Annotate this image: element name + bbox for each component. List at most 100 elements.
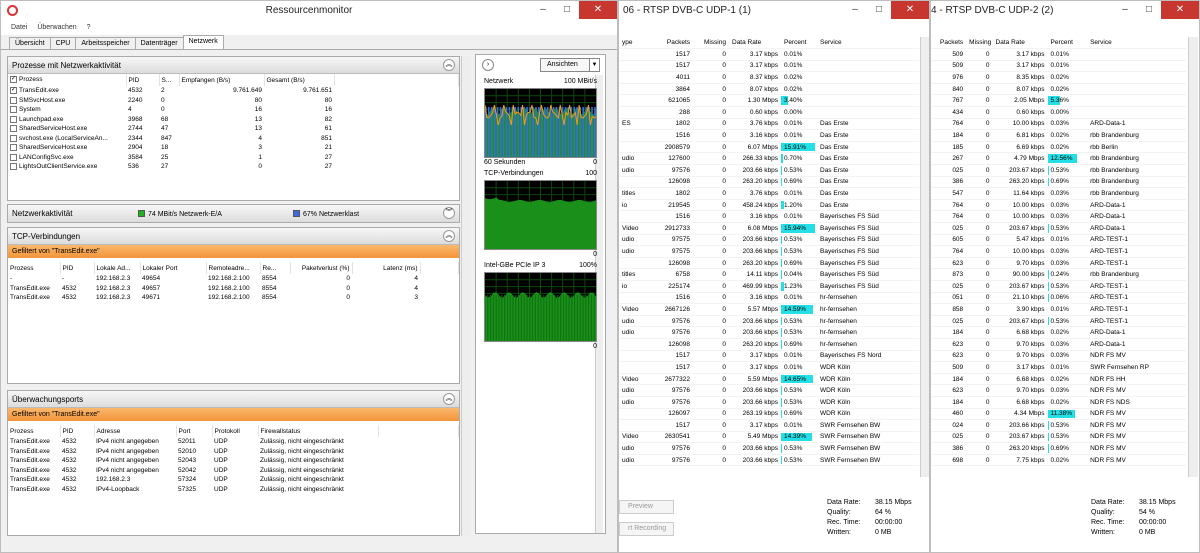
udp2-grid[interactable]: ypePacketsMissingData RatePercentService… bbox=[931, 37, 1186, 477]
udp1-row[interactable]: 126098 0 263.20 kbps 0.69% Das Erste bbox=[619, 176, 919, 189]
udp1-row[interactable]: 4011 0 8.37 kbps 0.02% bbox=[619, 71, 919, 84]
tcp-col-2[interactable]: Lokale Ad... bbox=[94, 262, 141, 274]
col-s[interactable]: S... bbox=[159, 74, 180, 86]
tcp-col-5[interactable]: Re... bbox=[260, 262, 291, 274]
menu-ueberwachen[interactable]: Überwachen bbox=[37, 21, 76, 35]
collapse-icon[interactable]: ︽ bbox=[443, 59, 455, 71]
udp2-row[interactable]: 184 0 6.68 kbps 0.02% ARD-Data-1 bbox=[931, 326, 1186, 339]
udp2-row[interactable]: 184 0 6.81 kbps 0.02% rbb Brandenburg bbox=[931, 129, 1186, 142]
udp2-row[interactable]: 025 0 203.67 kbps 0.53% NDR FS MV bbox=[931, 431, 1186, 444]
udp1-row[interactable]: 1517 0 3.17 kbps 0.01% bbox=[619, 48, 919, 61]
maximize-icon[interactable]: □ bbox=[867, 1, 891, 19]
tcp-col-1[interactable]: PID bbox=[60, 262, 95, 274]
collapse-icon[interactable]: ︽ bbox=[443, 230, 455, 242]
udp1-row[interactable]: Video 2667126 0 5.57 Mbps 14.59% hr-fernsehen bbox=[619, 303, 919, 316]
udp2-row[interactable]: 547 0 11.64 kbps 0.03% rbb Brandenburg bbox=[931, 187, 1186, 200]
tab-arbeitsspeicher[interactable]: Arbeitsspeicher bbox=[75, 37, 136, 49]
udp1-row[interactable]: udio 97576 0 203.66 kbps 0.53% SWR Fernsehen … bbox=[619, 442, 919, 455]
udp1-row[interactable]: 1516 0 3.16 kbps 0.01% Bayerisches FS Süd bbox=[619, 210, 919, 223]
udp1-row[interactable]: udio 97576 0 203.66 kbps 0.53% WDR Köln bbox=[619, 384, 919, 397]
process-checkbox[interactable] bbox=[10, 144, 17, 152]
udp2-row[interactable]: 025 0 203.67 kbps 0.53% ARD-Data-1 bbox=[931, 222, 1186, 235]
port-col-5[interactable]: Firewallstatus bbox=[258, 425, 379, 437]
netactivity-header[interactable]: Netzwerkaktivität 74 MBit/s Netzwerk-E/A… bbox=[8, 205, 459, 222]
udp2-row[interactable]: 434 0 0.60 kbps 0.00% bbox=[931, 106, 1186, 119]
udp2-row[interactable]: 025 0 203.67 kbps 0.53% ARD-TEST-1 bbox=[931, 280, 1186, 293]
udp1-scrollbar[interactable] bbox=[920, 37, 929, 477]
close-icon[interactable]: ✕ bbox=[891, 1, 929, 19]
views-button[interactable]: Ansichten ▼ bbox=[540, 58, 600, 72]
tcp-col-3[interactable]: Lokaler Port bbox=[140, 262, 207, 274]
udp2-col-1[interactable]: Packets bbox=[931, 37, 967, 50]
process-row[interactable]: Launchpad.exe 3968 68 13 82 bbox=[8, 115, 459, 125]
udp2-col-5[interactable]: Service bbox=[1087, 37, 1186, 50]
udp2-row[interactable]: 509 0 3.17 kbps 0.01% bbox=[931, 60, 1186, 73]
udp2-row[interactable]: 184 0 6.68 kbps 0.02% NDR FS NDS bbox=[931, 396, 1186, 409]
udp1-row[interactable]: titles 1802 0 3.76 kbps 0.01% Das Erste bbox=[619, 187, 919, 200]
udp1-row[interactable]: titles 6758 0 14.11 kbps 0.04% Bayerisches FS… bbox=[619, 268, 919, 281]
udp1-row[interactable]: 1516 0 3.16 kbps 0.01% Das Erste bbox=[619, 129, 919, 142]
udp1-row[interactable]: 2908579 0 6.07 Mbps 15.91% Das Erste bbox=[619, 141, 919, 154]
udp1-row[interactable]: 621065 0 1.30 Mbps 3.40% bbox=[619, 94, 919, 108]
ports-filter-bar[interactable]: Gefiltert von "TransEdit.exe" bbox=[8, 408, 459, 421]
udp1-titlebar[interactable]: 06 - RTSP DVB-C UDP-1 (1) – □ ✕ bbox=[619, 1, 929, 21]
minimize-icon[interactable]: – bbox=[531, 1, 555, 19]
tcp-row[interactable]: TransEdit.exe 4532 192.168.2.3 49671 192.168… bbox=[8, 293, 459, 303]
udp1-row[interactable]: udio 97575 0 203.66 kbps 0.53% Bayerisches FS… bbox=[619, 234, 919, 247]
udp2-row[interactable]: 698 0 7.75 kbps 0.02% NDR FS MV bbox=[931, 454, 1186, 467]
process-checkbox[interactable] bbox=[10, 163, 17, 171]
menu-help[interactable]: ? bbox=[87, 21, 91, 35]
udp2-row[interactable]: 858 0 3.90 kbps 0.01% ARD-TEST-1 bbox=[931, 303, 1186, 316]
process-checkbox[interactable] bbox=[10, 106, 17, 114]
udp2-row[interactable]: 764 0 10.00 kbps 0.03% ARD-Data-1 bbox=[931, 210, 1186, 223]
udp2-row[interactable]: 509 0 3.17 kbps 0.01% SWR Fernsehen RP bbox=[931, 361, 1186, 374]
port-row[interactable]: TransEdit.exe 4532 IPv4 nicht angegeben 520… bbox=[8, 437, 459, 447]
tcp-col-7[interactable]: Latenz (ms) bbox=[352, 262, 421, 274]
udp2-titlebar[interactable]: 4 - RTSP DVB-C UDP-2 (2) – □ ✕ bbox=[931, 1, 1199, 21]
port-row[interactable]: TransEdit.exe 4532 IPv4 nicht angegeben 520… bbox=[8, 447, 459, 457]
udp2-row[interactable]: 840 0 8.07 kbps 0.02% bbox=[931, 83, 1186, 96]
col-empfangen[interactable]: Empfangen (B/s) bbox=[179, 74, 265, 86]
udp2-row[interactable]: 764 0 10.00 kbps 0.03% ARD-TEST-1 bbox=[931, 245, 1186, 258]
tcp-col-4[interactable]: Remoteadre... bbox=[206, 262, 261, 274]
udp1-col-0[interactable]: ype bbox=[619, 37, 659, 50]
process-checkbox[interactable] bbox=[10, 115, 17, 123]
udp1-row[interactable]: 1517 0 3.17 kbps 0.01% WDR Köln bbox=[619, 361, 919, 374]
tab-uebersicht[interactable]: Übersicht bbox=[9, 37, 51, 49]
menu-datei[interactable]: Datei bbox=[11, 21, 27, 35]
udp1-row[interactable]: Video 2677322 0 5.59 Mbps 14.65% WDR Köln bbox=[619, 373, 919, 386]
udp1-row[interactable]: io 225174 0 469.99 kbps 1.23% Bayerisches FS … bbox=[619, 280, 919, 293]
udp1-grid[interactable]: ype Packets Missing Data Rate Percent Service… bbox=[619, 37, 919, 477]
udp1-row[interactable]: 1516 0 3.16 kbps 0.01% hr-fernsehen bbox=[619, 292, 919, 305]
udp2-row[interactable]: 184 0 6.68 kbps 0.02% NDR FS HH bbox=[931, 373, 1186, 386]
udp1-col-2[interactable]: Missing bbox=[693, 37, 729, 50]
minimize-icon[interactable]: – bbox=[843, 1, 867, 19]
process-checkbox[interactable] bbox=[10, 134, 17, 142]
process-row[interactable]: ✓ TransEdit.exe 4532 2 9.761.649 9.761.651 bbox=[8, 86, 459, 96]
process-row[interactable]: SharedServiceHost.exe 2744 47 13 61 bbox=[8, 124, 459, 134]
udp2-col-4[interactable]: Percent bbox=[1047, 37, 1088, 50]
udp2-row[interactable]: 460 0 4.34 Mbps 11.38% NDR FS MV bbox=[931, 408, 1186, 421]
udp1-row[interactable]: udio 97576 0 203.66 kbps 0.53% WDR Köln bbox=[619, 396, 919, 409]
process-row[interactable]: LightsOutClientService.exe 536 27 0 27 bbox=[8, 162, 459, 172]
udp2-row[interactable]: 605 0 5.47 kbps 0.01% ARD-TEST-1 bbox=[931, 234, 1186, 247]
udp1-row[interactable]: Video 2912733 0 6.08 Mbps 15.94% Bayerisches … bbox=[619, 222, 919, 235]
minimize-icon[interactable]: – bbox=[1113, 1, 1137, 19]
col-pid[interactable]: PID bbox=[126, 74, 160, 86]
tab-cpu[interactable]: CPU bbox=[49, 37, 77, 49]
port-row[interactable]: TransEdit.exe 4532 IPv4 nicht angegeben 520… bbox=[8, 456, 459, 466]
udp2-row[interactable]: 767 0 2.05 Mbps 5.36% bbox=[931, 94, 1186, 108]
main-scrollbar[interactable] bbox=[461, 56, 471, 536]
process-checkbox[interactable] bbox=[10, 153, 17, 161]
udp2-row[interactable]: 976 0 8.35 kbps 0.02% bbox=[931, 71, 1186, 84]
udp2-row[interactable]: 386 0 263.20 kbps 0.69% rbb Brandenburg bbox=[931, 176, 1186, 189]
close-icon[interactable]: ✕ bbox=[1161, 1, 1199, 19]
select-all-checkbox[interactable]: ✓ bbox=[10, 76, 17, 84]
tcp-filter-bar[interactable]: Gefiltert von "TransEdit.exe" bbox=[8, 245, 459, 258]
udp2-row[interactable]: 623 0 9.70 kbps 0.03% ARD-Data-1 bbox=[931, 338, 1186, 351]
udp1-row[interactable]: udio 97576 0 203.66 kbps 0.53% Das Erste bbox=[619, 164, 919, 177]
processes-header[interactable]: Prozesse mit Netzwerkaktivität ︽ bbox=[8, 57, 459, 74]
udp1-row[interactable]: udio 97576 0 203.66 kbps 0.53% hr-fernsehen bbox=[619, 315, 919, 328]
udp2-row[interactable]: 185 0 6.69 kbps 0.02% rbb Berlin bbox=[931, 141, 1186, 154]
udp1-col-5[interactable]: Service bbox=[817, 37, 919, 50]
